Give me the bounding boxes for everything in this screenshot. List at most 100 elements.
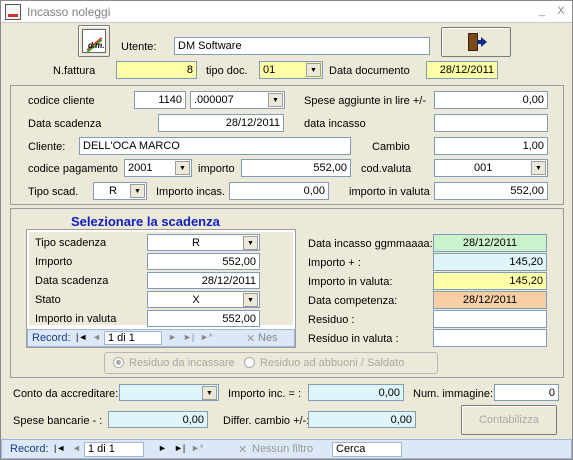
data-incasso-field[interactable] <box>434 114 548 132</box>
spese-field[interactable]: 0,00 <box>434 91 548 109</box>
prev-record-icon[interactable]: ◄ <box>92 332 101 342</box>
minimize-button[interactable]: _ <box>534 4 550 19</box>
contabilizza-button[interactable]: Contabilizza <box>461 405 557 435</box>
importo-field[interactable]: 552,00 <box>241 159 351 177</box>
conto-label: Conto da accreditare: <box>13 388 119 400</box>
importo-valuta-label: importo in valuta <box>349 186 430 198</box>
spese-label: Spese aggiunte in lire +/- <box>304 95 426 107</box>
importo-valuta2-field[interactable]: 145,20 <box>433 272 547 290</box>
data-competenza-label: Data competenza: <box>308 295 398 307</box>
residuo-valuta-label: Residuo in valuta : <box>308 333 399 345</box>
window: Incasso noleggi _ X d.m. Utente: DM Soft… <box>0 0 573 460</box>
next-record-icon[interactable]: ► <box>168 332 177 342</box>
importo-incas-field[interactable]: 0,00 <box>229 182 329 200</box>
differ-cambio-field[interactable]: 0,00 <box>308 411 416 428</box>
codice-pagamento-label: codice pagamento <box>28 163 118 175</box>
num-immagine-field[interactable]: 0 <box>494 384 559 401</box>
filter-icon[interactable]: ✕ <box>246 332 255 345</box>
tipo-scad-label: Tipo scad. <box>28 186 79 198</box>
importo-valuta-field[interactable]: 552,00 <box>434 182 548 200</box>
first-record-icon[interactable]: |◄ <box>76 332 87 342</box>
chevron-down-icon[interactable]: ▼ <box>175 161 190 175</box>
sc-data-scadenza-label: Data scadenza <box>35 275 109 287</box>
prev-record-icon[interactable]: ◄ <box>72 443 81 453</box>
tipo-scadenza-combo[interactable]: R ▼ <box>147 234 260 251</box>
chevron-down-icon[interactable]: ▼ <box>306 63 321 77</box>
radio-residuo-incassare[interactable] <box>113 357 124 368</box>
tipo-scad-combo[interactable]: R ▼ <box>93 182 147 200</box>
spese-bancarie-label: Spese bancarie - : <box>13 415 103 427</box>
nfattura-field[interactable]: 8 <box>116 61 197 79</box>
record-position[interactable]: 1 di 1 <box>84 442 144 457</box>
sc-importo-field[interactable]: 552,00 <box>147 253 260 270</box>
datadoc-field[interactable]: 28/12/2011 <box>426 61 498 79</box>
record-position[interactable]: 1 di 1 <box>104 331 162 345</box>
importo-plus-field[interactable]: 145,20 <box>433 253 547 271</box>
next-record-icon[interactable]: ► <box>158 443 167 453</box>
chevron-down-icon[interactable]: ▼ <box>531 161 546 175</box>
filter-icon[interactable]: ✕ <box>238 443 247 456</box>
importo-plus-label: Importo + : <box>308 257 361 269</box>
subform-navigation-bar: Record: |◄ ◄ 1 di 1 ► ►| ►* ✕ Nes <box>27 329 295 347</box>
nfattura-label: N.fattura <box>53 65 96 77</box>
new-record-icon[interactable]: ►* <box>191 443 203 453</box>
exit-button[interactable] <box>441 27 511 57</box>
new-record-icon[interactable]: ►* <box>200 332 212 342</box>
conto-combo[interactable]: ▼ <box>119 384 219 401</box>
importo-inc-label: Importo inc. = : <box>228 388 302 400</box>
stato-combo[interactable]: X ▼ <box>147 291 260 308</box>
tipodoc-label: tipo doc. <box>206 65 248 77</box>
cliente-label: Cliente: <box>28 141 66 153</box>
chevron-down-icon[interactable]: ▼ <box>202 386 217 400</box>
sc-importo-valuta-label: Importo in valuta <box>35 313 117 325</box>
filter-status[interactable]: Nessun filtro <box>252 443 313 455</box>
sc-data-scadenza-field[interactable]: 28/12/2011 <box>147 272 260 289</box>
window-title: Incasso noleggi <box>27 5 111 19</box>
cod-valuta-combo[interactable]: 001 ▼ <box>434 159 548 177</box>
codice-cliente-field[interactable]: 1140 <box>134 91 186 109</box>
app-icon <box>5 4 21 20</box>
data-incasso-label: data incasso <box>304 118 366 130</box>
utente-field[interactable]: DM Software <box>174 37 430 55</box>
radio-residuo-incassare-label: Residuo da incassare <box>129 357 235 369</box>
sc-data-incasso-field[interactable]: 28/12/2011 <box>433 234 547 252</box>
codice-cliente-suffix-combo[interactable]: .000007 ▼ <box>190 91 285 109</box>
importo-inc-field[interactable]: 0,00 <box>308 384 404 401</box>
cliente-field[interactable]: DELL'OCA MARCO <box>79 137 351 155</box>
search-box[interactable]: Cerca <box>332 442 402 457</box>
radio-residuo-abbuoni[interactable] <box>244 357 255 368</box>
cambio-field[interactable]: 1,00 <box>434 137 548 155</box>
importo-incas-label: Importo incas. <box>156 186 226 198</box>
first-record-icon[interactable]: |◄ <box>54 443 65 453</box>
data-scadenza-label: Data scadenza <box>28 118 102 130</box>
codice-pagamento-combo[interactable]: 2001 ▼ <box>124 159 192 177</box>
chevron-down-icon[interactable]: ▼ <box>130 184 145 198</box>
cambio-label: Cambio <box>372 141 410 153</box>
residuo-label: Residuo : <box>308 314 355 326</box>
importo-valuta2-label: Importo in valuta: <box>308 276 393 288</box>
stato-label: Stato <box>35 294 61 306</box>
datadoc-label: Data documento <box>329 65 410 77</box>
last-record-icon[interactable]: ►| <box>174 443 185 453</box>
importo-label: importo <box>198 163 235 175</box>
num-immagine-label: Num. immagine: <box>413 388 494 400</box>
data-competenza-field[interactable]: 28/12/2011 <box>433 291 547 309</box>
chevron-down-icon[interactable]: ▼ <box>243 236 258 250</box>
close-button[interactable]: X <box>553 4 569 19</box>
dm-logo-button[interactable]: d.m. <box>78 25 110 57</box>
data-scadenza-field[interactable]: 28/12/2011 <box>158 114 284 132</box>
chevron-down-icon[interactable]: ▼ <box>268 93 283 107</box>
residuo-field[interactable] <box>433 310 547 328</box>
tipo-scadenza-label: Tipo scadenza <box>35 237 107 249</box>
spese-bancarie-field[interactable]: 0,00 <box>108 411 208 428</box>
sc-importo-label: Importo <box>35 256 73 268</box>
last-record-icon[interactable]: ►| <box>183 332 194 342</box>
chevron-down-icon[interactable]: ▼ <box>243 293 258 307</box>
filter-status[interactable]: Nes <box>258 332 278 344</box>
exit-door-icon <box>468 33 487 51</box>
tipodoc-combo[interactable]: 01 ▼ <box>259 61 323 79</box>
utente-label: Utente: <box>121 41 157 53</box>
residuo-valuta-field[interactable] <box>433 329 547 347</box>
form-navigation-bar: Record: |◄ ◄ 1 di 1 ► ►| ►* ✕ Nessun fil… <box>1 439 572 459</box>
sc-importo-valuta-field[interactable]: 552,00 <box>147 310 260 327</box>
